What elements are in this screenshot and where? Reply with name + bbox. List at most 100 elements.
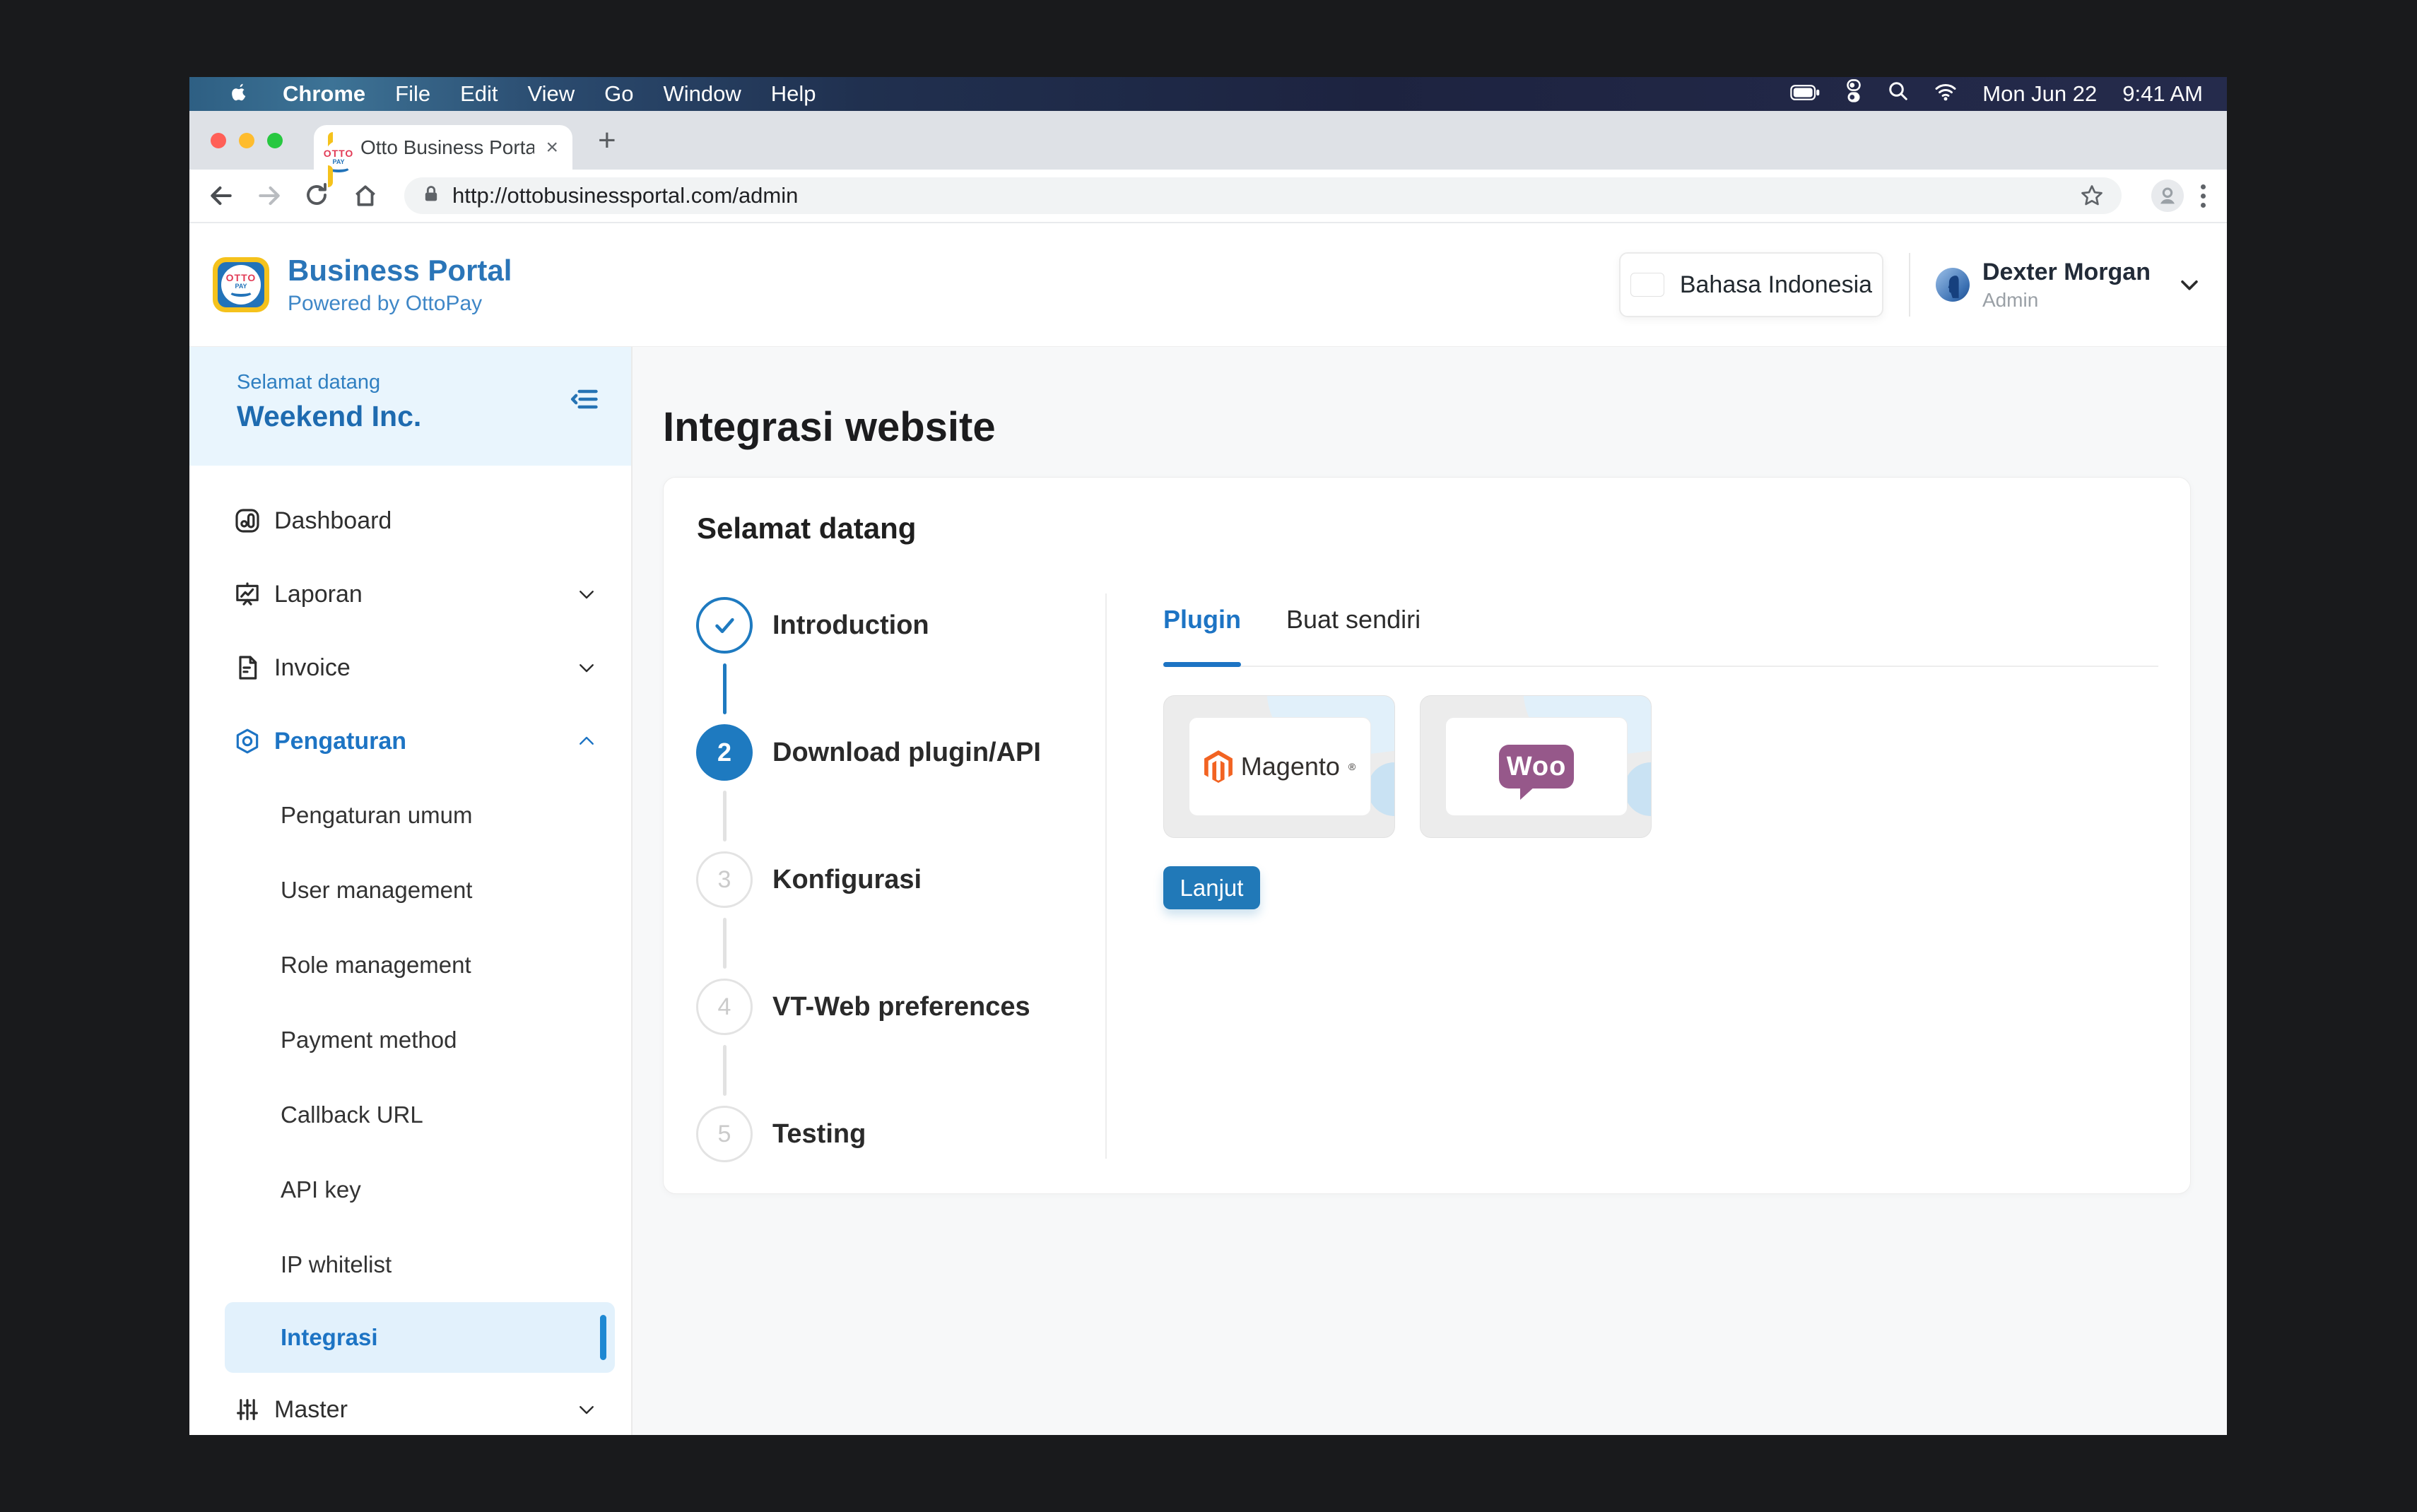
user-avatar <box>1936 268 1970 302</box>
step-label: Download plugin/API <box>772 738 1041 768</box>
sidebar-subitem-pengaturan-umum[interactable]: Pengaturan umum <box>189 778 631 853</box>
browser-tabstrip: OTTOPAY Otto Business Portal × + <box>189 111 2227 170</box>
wizard-step-2[interactable]: 2Download plugin/API <box>696 689 1092 816</box>
sidebar-item-laporan[interactable]: Laporan <box>189 557 631 631</box>
user-menu[interactable]: Dexter Morgan Admin <box>1936 259 2201 312</box>
app-header: OTTO PAY Business Portal Powered by Otto… <box>189 223 2227 347</box>
menubar-item-edit[interactable]: Edit <box>460 81 498 107</box>
sidebar-item-master[interactable]: Master <box>189 1373 631 1435</box>
card-title: Selamat datang <box>697 512 916 545</box>
logo-otto-text: OTTO <box>226 273 257 283</box>
step-connector <box>723 1045 727 1096</box>
macos-screen: ChromeFileEditViewGoWindowHelp Mon Jun 2… <box>189 77 2227 1435</box>
sidebar-subitem-payment-method[interactable]: Payment method <box>189 1003 631 1077</box>
logo-smile <box>229 287 253 297</box>
sidebar-subitem-label: Integrasi <box>281 1324 378 1351</box>
reload-icon[interactable] <box>304 182 331 209</box>
master-icon <box>233 1395 261 1424</box>
menubar-item-go[interactable]: Go <box>604 81 633 107</box>
step-number: 3 <box>696 851 753 908</box>
sidebar-item-label: Invoice <box>274 654 351 682</box>
sidebar-item-invoice[interactable]: Invoice <box>189 631 631 704</box>
step-label: Testing <box>772 1119 866 1150</box>
browser-toolbar: http://ottobusinessportal.com/admin <box>189 170 2227 223</box>
apple-icon[interactable] <box>230 82 252 106</box>
sidebar-subitem-callback-url[interactable]: Callback URL <box>189 1077 631 1152</box>
woocommerce-logo: Woo <box>1499 745 1574 789</box>
sidebar-subitem-ip-whitelist[interactable]: IP whitelist <box>189 1227 631 1302</box>
step-label: Introduction <box>772 610 929 641</box>
sidebar-item-label: Laporan <box>274 581 363 608</box>
chevron-down-icon <box>576 1399 597 1420</box>
step-connector <box>723 918 727 969</box>
ottopay-logo: OTTO PAY <box>213 257 269 312</box>
wifi-icon[interactable] <box>1934 81 1957 107</box>
plugin-logo-tile: Magento ® <box>1189 717 1371 816</box>
continue-button[interactable]: Lanjut <box>1163 866 1260 909</box>
tab-buat-sendiri[interactable]: Buat sendiri <box>1286 605 1421 634</box>
browser-menu-icon[interactable] <box>2201 184 2206 208</box>
user-name: Dexter Morgan <box>1982 259 2151 286</box>
wizard-step-3[interactable]: 3Konfigurasi <box>696 816 1092 943</box>
menubar-item-view[interactable]: View <box>528 81 575 107</box>
woo-label: Woo <box>1507 752 1567 782</box>
spotlight-search-icon[interactable] <box>1888 81 1909 107</box>
site-favicon: OTTOPAY <box>328 137 349 158</box>
control-center-icon[interactable] <box>1845 79 1862 109</box>
home-icon[interactable] <box>352 182 379 209</box>
wizard-step-4[interactable]: 4VT-Web preferences <box>696 943 1092 1070</box>
step-number: 5 <box>696 1106 753 1162</box>
sidebar-collapse-icon[interactable] <box>569 384 600 415</box>
header-divider <box>1909 253 1910 317</box>
battery-icon <box>1790 81 1820 107</box>
browser-tab[interactable]: OTTOPAY Otto Business Portal × <box>314 125 572 170</box>
magento-reg: ® <box>1348 761 1355 772</box>
plugin-card-woocommerce[interactable]: Woo <box>1420 695 1652 838</box>
plugin-card-magento[interactable]: Magento ® <box>1163 695 1395 838</box>
wizard-step-5[interactable]: 5 Testing <box>696 1070 1092 1198</box>
back-icon[interactable] <box>208 182 235 209</box>
menubar-item-file[interactable]: File <box>395 81 430 107</box>
language-selector[interactable]: Bahasa Indonesia <box>1619 252 1883 317</box>
invoice-icon <box>233 654 261 682</box>
browser-profile-icon[interactable] <box>2151 179 2184 212</box>
url-text[interactable]: http://ottobusinessportal.com/admin <box>452 183 798 208</box>
sidebar-welcome: Selamat datang Weekend Inc. <box>189 347 631 466</box>
magento-label: Magento <box>1241 752 1340 781</box>
menubar-item-chrome[interactable]: Chrome <box>283 81 365 107</box>
sidebar-subitem-label: Payment method <box>281 1027 457 1053</box>
indonesia-flag-icon <box>1630 273 1664 297</box>
sidebar-subitem-api-key[interactable]: API key <box>189 1152 631 1227</box>
window-minimize-button[interactable] <box>239 133 254 148</box>
sidebar-subitem-label: API key <box>281 1176 361 1203</box>
sidebar-subitem-label: Pengaturan umum <box>281 802 473 829</box>
wizard-stepper: Introduction 2Download plugin/API3Konfigu… <box>696 562 1092 1198</box>
wizard-step-1[interactable]: Introduction <box>696 562 1092 689</box>
forward-icon[interactable] <box>256 182 283 209</box>
step-label: VT-Web preferences <box>772 992 1030 1022</box>
plugin-panel: Plugin Buat sendiri Magento ® Woo Lanjut <box>1163 605 2158 909</box>
sidebar-item-pengaturan[interactable]: Pengaturan <box>189 704 631 778</box>
window-close-button[interactable] <box>211 133 226 148</box>
sidebar-subitem-role-management[interactable]: Role management <box>189 928 631 1003</box>
address-bar[interactable]: http://ottobusinessportal.com/admin <box>404 177 2122 214</box>
tab-title: Otto Business Portal <box>360 136 534 159</box>
sidebar-subitem-label: User management <box>281 877 472 904</box>
lock-icon[interactable] <box>421 184 441 208</box>
panel-tabs: Plugin Buat sendiri <box>1163 605 2158 667</box>
sidebar-subitem-integrasi[interactable]: Integrasi <box>225 1302 615 1373</box>
new-tab-button[interactable]: + <box>598 125 616 156</box>
sidebar-item-dashboard[interactable]: Dashboard <box>189 484 631 557</box>
dashboard-icon <box>233 507 261 535</box>
settings-icon <box>233 727 261 755</box>
active-indicator-bar <box>600 1315 606 1360</box>
plugin-logo-tile: Woo <box>1445 717 1628 816</box>
sidebar-subitem-user-management[interactable]: User management <box>189 853 631 928</box>
menubar-item-help[interactable]: Help <box>771 81 816 107</box>
menubar-item-window[interactable]: Window <box>664 81 741 107</box>
tab-plugin[interactable]: Plugin <box>1163 605 1241 634</box>
tab-close-icon[interactable]: × <box>546 136 558 160</box>
window-zoom-button[interactable] <box>267 133 283 148</box>
bookmark-star-icon[interactable] <box>2079 183 2105 208</box>
chevron-up-icon <box>576 731 597 752</box>
